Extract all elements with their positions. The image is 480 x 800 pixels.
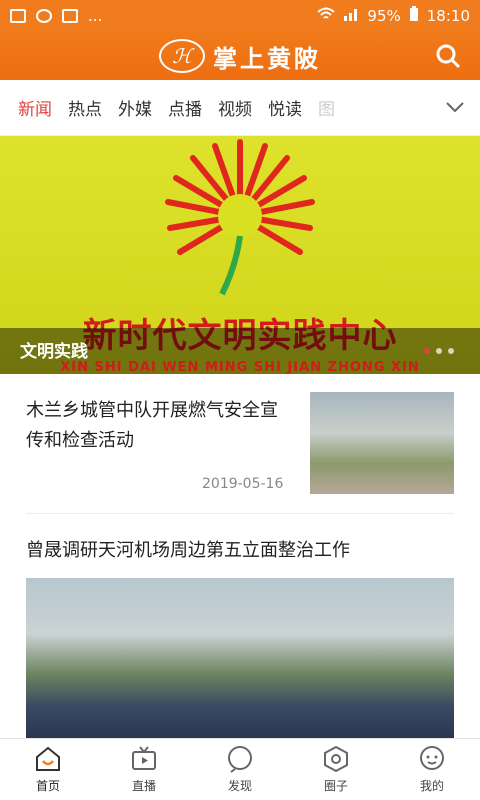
news-title[interactable]: 木兰乡城管中队开展燃气安全宣传和检查活动: [26, 396, 286, 456]
blocked-icon: [36, 9, 52, 23]
profile-icon: [420, 746, 444, 770]
bottom-nav: 首页 直播 发现 圈子 我的: [0, 738, 480, 800]
tab-news[interactable]: 新闻: [18, 95, 52, 120]
tab-foreign-media[interactable]: 外媒: [118, 95, 152, 120]
banner-caption[interactable]: 文明实践: [20, 337, 88, 362]
tab-video[interactable]: 视频: [218, 95, 252, 120]
battery-icon: [409, 6, 419, 26]
news-title[interactable]: 曾晟调研天河机场周边第五立面整治工作: [26, 514, 454, 578]
carousel-indicator: [424, 348, 454, 354]
hexagon-icon: [324, 745, 348, 773]
tab-reading[interactable]: 悦读: [268, 95, 302, 120]
status-bar: ... 95% 18:10: [0, 0, 480, 32]
news-item[interactable]: 木兰乡城管中队开展燃气安全宣传和检查活动 2019-05-16: [26, 374, 454, 514]
carousel-dot: [448, 348, 454, 354]
category-tabs: 新闻 热点 外媒 点播 视频 悦读 图: [0, 80, 480, 136]
nav-home[interactable]: 首页: [0, 739, 96, 800]
banner-carousel[interactable]: 新时代文明实践中心 XIN SHI DAI WEN MING SHI JIAN …: [0, 136, 480, 374]
tab-hot[interactable]: 热点: [68, 95, 102, 120]
banner-pinyin: XIN SHI DAI WEN MING SHI JIAN ZHONG XIN: [60, 360, 420, 374]
wifi-icon: [317, 7, 336, 25]
carousel-dot: [436, 348, 442, 354]
nav-circle[interactable]: 圈子: [288, 739, 384, 800]
signal-icon: [343, 7, 359, 25]
search-icon[interactable]: [434, 42, 462, 70]
nav-label: 圈子: [323, 779, 348, 793]
logo-mark-icon: ℋ: [159, 39, 205, 73]
logo-text: 掌上黄陂: [213, 43, 321, 73]
clock: 18:10: [426, 7, 470, 25]
news-date: 2019-05-16: [202, 476, 284, 492]
app-notification-icon: [62, 9, 78, 23]
discover-icon: [228, 746, 252, 773]
nav-label: 直播: [131, 779, 156, 793]
tab-on-demand[interactable]: 点播: [168, 95, 202, 120]
news-photo[interactable]: [26, 578, 454, 738]
battery-level: 95%: [367, 7, 401, 25]
nav-mine[interactable]: 我的: [384, 739, 480, 800]
dandelion-logo-icon: [165, 139, 315, 296]
news-item[interactable]: 曾晟调研天河机场周边第五立面整治工作: [26, 514, 454, 738]
nav-live[interactable]: 直播: [96, 739, 192, 800]
news-thumbnail[interactable]: [310, 392, 454, 494]
app-header: ℋ 掌上黄陂: [0, 32, 480, 80]
nav-label: 发现: [227, 779, 252, 793]
nav-label: 我的: [419, 779, 444, 793]
carousel-dot: [424, 348, 430, 354]
gallery-icon: [10, 9, 26, 23]
tab-picture[interactable]: 图: [318, 95, 335, 120]
home-icon: [36, 746, 60, 771]
nav-label: 首页: [35, 779, 60, 793]
app-logo: ℋ 掌上黄陂: [159, 39, 321, 74]
more-notifications: ...: [88, 7, 103, 25]
chevron-down-icon[interactable]: [444, 96, 466, 118]
tv-icon: [132, 746, 156, 770]
nav-discover[interactable]: 发现: [192, 739, 288, 800]
